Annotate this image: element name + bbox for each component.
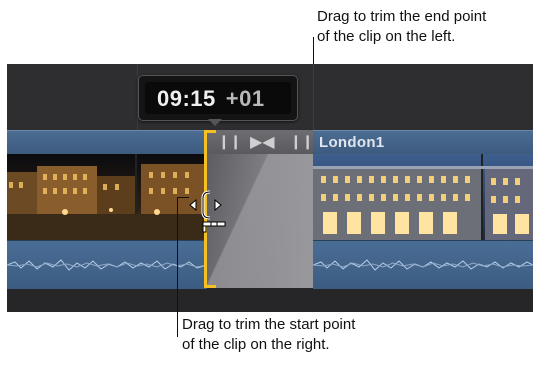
callout-start-point-line1: Drag to trim the start point [182, 316, 356, 333]
ruler-tick [313, 64, 314, 130]
right-clip-filmstrip[interactable] [313, 154, 533, 240]
timecode-time: 09:15 [157, 86, 216, 111]
trim-edge-bottom [204, 285, 216, 288]
right-clip-audio[interactable] [312, 240, 533, 289]
right-clip-name: London1 [319, 134, 385, 151]
timecode-value: 09:15 +01 [157, 86, 265, 112]
callout-start-point-leader [177, 197, 178, 337]
timecode-display-inner: 09:15 +01 [145, 82, 291, 114]
transition-header[interactable]: ❙❙ ▶◀ ❙❙ [206, 130, 313, 154]
callout-start-point-line2: of the clip on the right. [182, 336, 330, 353]
callout-end-point: Drag to trim the end point of the clip o… [317, 7, 486, 47]
callout-end-point-line2: of the clip on the left. [317, 28, 456, 45]
ripple-trim-cursor-icon [189, 190, 226, 233]
pause-bar-icon[interactable]: ❙❙ [218, 133, 241, 150]
timecode-pointer [208, 119, 222, 126]
right-clip-waveform [312, 259, 533, 271]
callout-end-point-line1: Drag to trim the end point [317, 8, 487, 25]
callout-start-point: Drag to trim the start point of the clip… [182, 315, 355, 355]
bowtie-transition-icon[interactable]: ▶◀ [250, 132, 275, 152]
left-clip-header[interactable] [7, 130, 207, 155]
right-clip-thumbnails [313, 154, 533, 240]
trim-edge-top [204, 130, 216, 133]
right-clip-header[interactable]: London1 [313, 130, 533, 155]
pause-bar-icon[interactable]: ❙❙ [290, 133, 313, 150]
timecode-display: 09:15 +01 [138, 75, 298, 121]
timecode-offset: +01 [225, 86, 265, 111]
callout-start-point-leader-arm [177, 197, 189, 198]
timeline-lower-band [7, 288, 533, 312]
